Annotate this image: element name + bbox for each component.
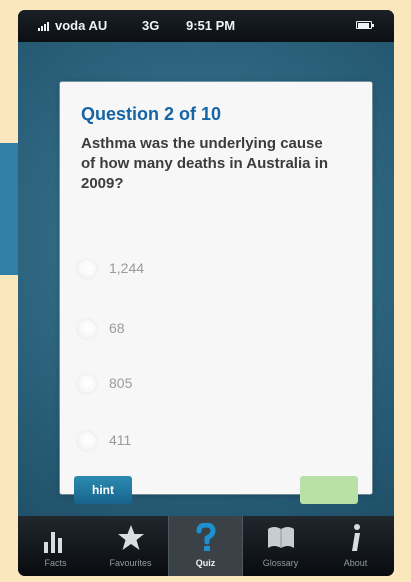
battery-icon xyxy=(356,21,374,29)
answer-option-1[interactable]: 1,244 xyxy=(78,256,268,294)
next-button[interactable] xyxy=(300,476,358,504)
answer-option-label: 411 xyxy=(109,432,132,448)
page: voda AU 3G 9:51 PM Question 2 of 10 Asth… xyxy=(0,0,411,582)
tab-label: Favourites xyxy=(109,558,152,568)
answer-option-label: 1,244 xyxy=(109,260,145,276)
status-bar: voda AU 3G 9:51 PM xyxy=(18,10,394,42)
tab-label: About xyxy=(343,558,368,568)
star-icon xyxy=(116,523,146,553)
radio-button-icon[interactable] xyxy=(78,432,96,450)
network-type: 3G xyxy=(142,18,160,33)
answer-option-3[interactable]: 805 xyxy=(78,371,268,409)
radio-button-icon[interactable] xyxy=(78,320,96,338)
tab-facts[interactable]: Facts xyxy=(18,516,93,576)
book-icon xyxy=(266,523,296,553)
phone-frame: voda AU 3G 9:51 PM Question 2 of 10 Asth… xyxy=(18,10,394,576)
status-time: 9:51 PM xyxy=(186,18,236,33)
tab-label: Facts xyxy=(44,558,67,568)
tab-glossary[interactable]: Glossary xyxy=(243,516,318,576)
bar-chart-icon xyxy=(41,523,71,553)
tab-about[interactable]: About xyxy=(318,516,393,576)
radio-button-icon[interactable] xyxy=(78,375,96,393)
tab-bar: Facts Favourites Quiz Glossary About xyxy=(18,516,394,576)
tab-favourites[interactable]: Favourites xyxy=(93,516,168,576)
tab-quiz[interactable]: Quiz xyxy=(168,516,243,576)
tab-label: Quiz xyxy=(195,558,216,568)
carrier-name: voda AU xyxy=(55,18,108,33)
side-accent-bar xyxy=(0,143,18,275)
question-card: Question 2 of 10 Asthma was the underlyi… xyxy=(60,82,372,504)
answer-option-label: 805 xyxy=(109,375,133,391)
tab-label: Glossary xyxy=(262,558,299,568)
info-icon xyxy=(341,523,371,553)
question-mark-icon xyxy=(191,523,221,553)
question-text: Asthma was the underlying cause of how m… xyxy=(81,135,328,192)
hint-button[interactable]: hint xyxy=(74,476,132,504)
radio-button-icon[interactable] xyxy=(78,260,96,278)
signal-strength-icon xyxy=(38,19,52,31)
answer-option-2[interactable]: 68 xyxy=(78,316,268,354)
question-number: Question 2 of 10 xyxy=(81,104,222,124)
quiz-screen: Question 2 of 10 Asthma was the underlyi… xyxy=(18,42,394,516)
answer-option-label: 68 xyxy=(109,320,125,336)
answer-option-4[interactable]: 411 xyxy=(78,428,268,466)
